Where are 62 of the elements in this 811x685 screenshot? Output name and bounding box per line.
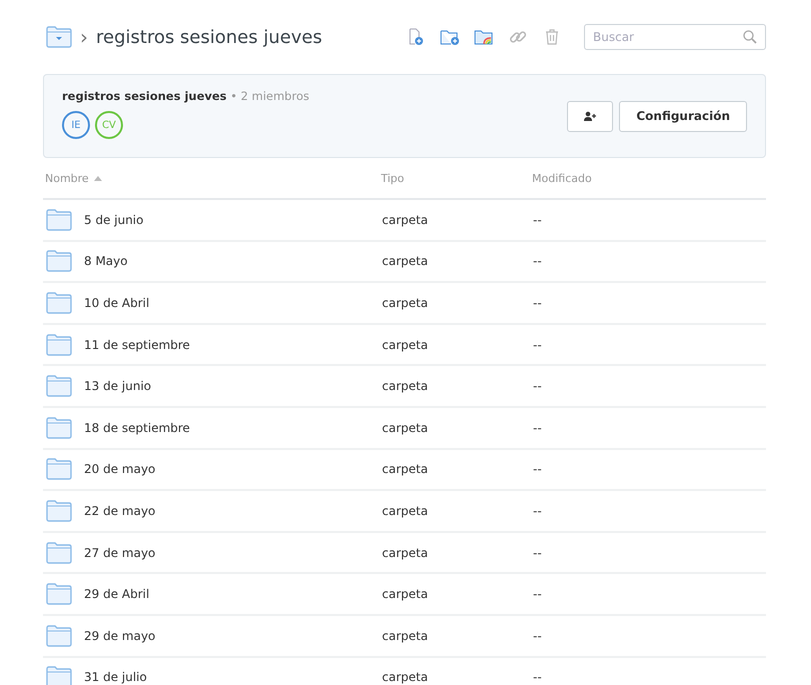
type-cell-text: carpeta <box>382 379 429 394</box>
modified-cell-text: -- <box>533 462 543 476</box>
type-cell-text: carpeta <box>382 546 429 560</box>
folder-name[interactable]: 29 de Abril <box>84 587 150 602</box>
folder-name[interactable]: 22 de mayo <box>84 504 156 518</box>
type-cell-text: carpeta <box>382 212 429 227</box>
type-cell-text: carpeta <box>382 628 429 643</box>
folder-icon <box>46 250 72 272</box>
modified-cell-text: -- <box>533 670 543 684</box>
search-field[interactable]: Buscar <box>584 24 766 50</box>
folder-name[interactable]: 10 de Abril <box>84 296 150 310</box>
settings-button[interactable]: Configuración <box>619 100 747 132</box>
modified-cell-text: -- <box>533 296 543 310</box>
folder-name[interactable]: 20 de mayo <box>84 462 156 476</box>
modified-cell-text: -- <box>533 628 543 643</box>
folder-icon <box>46 208 72 231</box>
folder-name[interactable]: 31 de julio <box>84 670 147 684</box>
folder-name[interactable]: 5 de junio <box>84 212 144 227</box>
folder-name[interactable]: 27 de mayo <box>84 546 156 560</box>
modified-cell-text: -- <box>533 587 543 602</box>
folder-icon <box>46 375 72 398</box>
add-user-icon <box>584 111 596 121</box>
type-cell-text: carpeta <box>382 462 429 476</box>
folder-icon <box>46 458 72 480</box>
folder-icon <box>46 292 72 314</box>
folder-icon <box>46 416 72 439</box>
modified-cell-text: -- <box>533 212 543 227</box>
share-summary: registros sesiones jueves • 2 miembros <box>62 89 310 103</box>
file-plus-icon <box>408 28 424 46</box>
type-cell-text: carpeta <box>382 504 429 518</box>
folder-icon <box>46 666 72 685</box>
modified-cell-text: -- <box>533 504 543 518</box>
modified-cell-text: -- <box>533 379 543 394</box>
type-cell-text: carpeta <box>382 296 429 310</box>
folder-icon <box>46 583 72 606</box>
trash-icon <box>545 29 559 45</box>
folder-title: registros sesiones jueves <box>96 26 322 48</box>
type-cell-text: carpeta <box>382 587 429 602</box>
folder-name[interactable]: 13 de junio <box>84 379 152 394</box>
folder-name[interactable]: 18 de septiembre <box>84 420 190 435</box>
sort-ascending-icon <box>94 176 102 180</box>
folder-name[interactable]: 29 de mayo <box>84 628 156 643</box>
modified-cell-text: -- <box>533 254 543 268</box>
add-member-button[interactable] <box>567 100 614 132</box>
folder-icon <box>46 624 72 647</box>
folder-plus-icon <box>440 28 460 46</box>
modified-cell-text: -- <box>533 420 543 435</box>
breadcrumb-separator: › <box>80 25 88 49</box>
modified-cell-text: -- <box>533 546 543 560</box>
folder-icon <box>46 542 72 564</box>
folder-name[interactable]: 8 Mayo <box>84 254 128 268</box>
folder-rainbow-icon <box>474 28 494 46</box>
type-cell-text: carpeta <box>382 338 429 352</box>
search-icon <box>743 30 757 44</box>
type-cell-text: carpeta <box>382 420 429 435</box>
folder-name[interactable]: 11 de septiembre <box>84 338 190 352</box>
folder-icon <box>46 334 72 356</box>
modified-cell-text: -- <box>533 338 543 352</box>
folder-icon <box>46 26 72 48</box>
type-cell-text: carpeta <box>382 254 429 268</box>
folder-icon <box>46 500 72 522</box>
type-cell-text: carpeta <box>382 670 429 684</box>
